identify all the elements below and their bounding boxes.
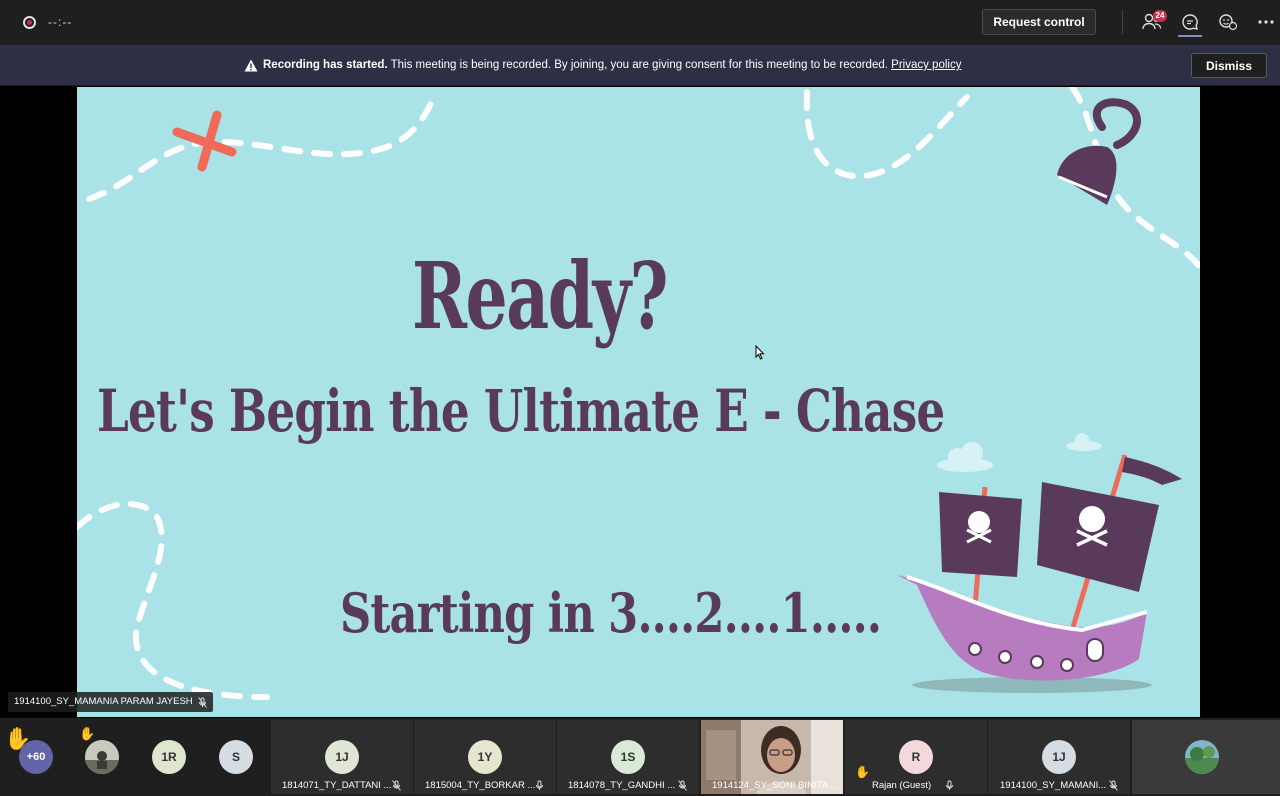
meeting-timer: --:-- [48,15,73,29]
shared-slide: Ready? Let's Begin the Ultimate E - Chas… [77,87,1200,717]
participant-tile[interactable]: 1S 1814078_TY_GANDHI ... [557,720,699,794]
chat-icon[interactable] [1178,10,1202,34]
record-icon [23,16,36,29]
mic-off-icon [197,696,207,708]
participant-name: 1914124_SY_SONI BINITA ... [712,780,839,791]
recording-notice-body: This meeting is being recorded. By joini… [387,59,888,71]
slide-subtitle: Let's Begin the Ultimate E - Chase [97,377,945,445]
recording-notice-title: Recording has started. [263,59,388,71]
slide-countdown: Starting in 3....2....1..... [340,581,882,645]
mouse-cursor-icon [755,344,765,365]
participant-name: Rajan (Guest) [872,780,932,791]
participant-tile[interactable]: 1J 1914100_SY_MAMANI... [988,720,1130,794]
raised-hand-icon: ✋ [79,726,96,741]
privacy-policy-link[interactable]: Privacy policy [891,59,961,71]
participant-avatar: 1Y [468,740,502,774]
participant-video-tile[interactable]: 1914124_SY_SONI BINITA ... [701,720,843,794]
participant-tile[interactable]: ✋ R Rajan (Guest) [845,720,987,794]
mic-off-icon [678,780,687,791]
participant-avatar: 1J [325,740,359,774]
reactions-icon[interactable] [1216,10,1240,34]
presenter-name: 1914100_SY_MAMANIA PARAM JAYESH [14,696,193,707]
pirate-hook-icon [1057,98,1141,205]
slide-title: Ready? [411,242,669,350]
overflow-participants-button[interactable]: +60 [19,740,53,774]
participant-name: 1814078_TY_GANDHI ... [568,780,676,791]
toolbar-divider [1122,10,1123,34]
mic-off-icon [1109,780,1118,791]
participant-avatar: R [899,740,933,774]
participant-avatar[interactable]: S [219,740,253,774]
raised-hand-icon: ✋ [855,765,870,779]
participant-avatar: 1S [611,740,645,774]
mic-icon [536,780,543,790]
self-view-tile[interactable] [1132,720,1280,794]
presenter-name-label: 1914100_SY_MAMANIA PARAM JAYESH [8,692,213,712]
warning-icon [244,59,258,77]
more-options-icon[interactable] [1254,10,1278,34]
participant-avatar: 1J [1042,740,1076,774]
pirate-ship-illustration [897,454,1182,693]
mic-off-icon [392,780,401,791]
recording-notice: Recording has started. This meeting is b… [263,59,961,71]
participant-name: 1815004_TY_BORKAR ... [425,780,536,791]
chat-active-indicator [1178,35,1202,37]
participant-tile[interactable]: 1Y 1815004_TY_BORKAR ... [414,720,556,794]
participant-name: 1914100_SY_MAMANI... [1000,780,1107,791]
participant-avatar[interactable]: 1R [152,740,186,774]
participant-photo-avatar[interactable] [85,740,119,774]
dismiss-button[interactable]: Dismiss [1191,53,1267,78]
participant-tile[interactable]: 1J 1814071_TY_DATTANI ... [271,720,413,794]
cloud-icon [937,433,1102,472]
participants-count-badge: 24 [1153,10,1167,22]
mic-icon [946,780,953,790]
request-control-button[interactable]: Request control [982,9,1096,35]
participant-name: 1814071_TY_DATTANI ... [282,780,392,791]
self-photo-avatar [1185,740,1219,774]
